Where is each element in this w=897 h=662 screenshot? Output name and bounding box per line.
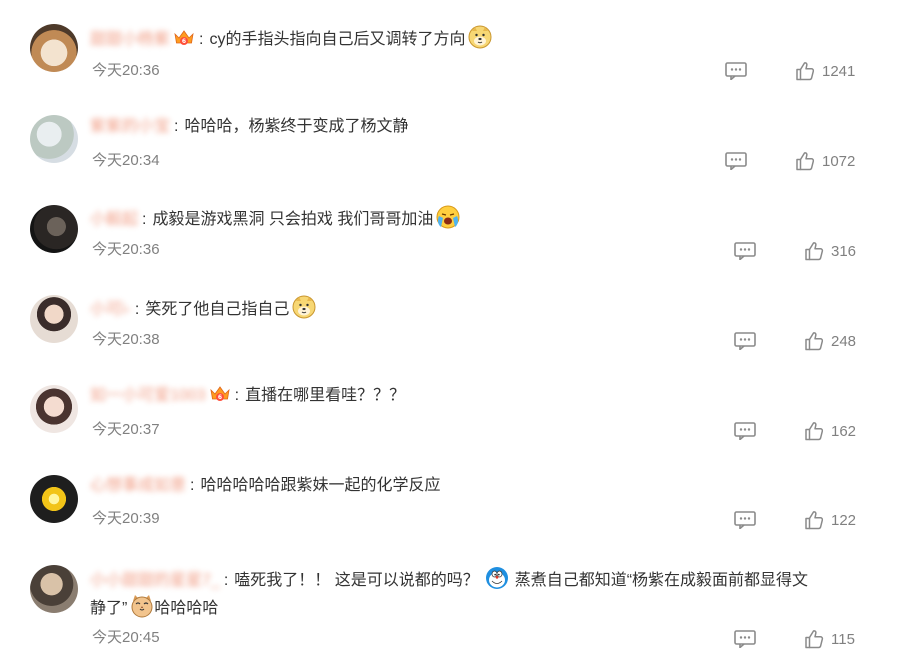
colon: : xyxy=(234,387,240,404)
like-count: 316 xyxy=(831,243,857,260)
comment-username[interactable]: 小毅起 xyxy=(90,209,138,231)
reply-icon[interactable] xyxy=(734,422,756,440)
thumbs-up-icon[interactable] xyxy=(795,151,815,171)
like-count: 248 xyxy=(831,333,857,350)
avatar[interactable] xyxy=(30,205,78,253)
comment-time: 今天20:36 xyxy=(92,241,160,258)
colon: : xyxy=(190,477,195,494)
thumbs-up-icon[interactable] xyxy=(795,61,815,81)
cat-emoji xyxy=(130,594,154,618)
comment-text: cy的手指头指向自己后又调转了方向 xyxy=(209,31,466,48)
comment-username[interactable]: 心想事成如意 xyxy=(90,475,186,497)
reply-icon[interactable] xyxy=(734,630,756,648)
reply-icon[interactable] xyxy=(734,242,756,260)
comment-line-continued: 静了” 哈哈哈哈 xyxy=(90,594,218,620)
doge-emoji xyxy=(292,295,316,319)
comment-item: 甜甜小杨紫: cy的手指头指向自己后又调转了方向 今天20:36 1241 xyxy=(0,0,897,90)
thumbs-up-icon[interactable] xyxy=(804,331,824,351)
thumbs-up-icon[interactable] xyxy=(804,421,824,441)
comment-text: 哈哈哈哈哈跟紫妹一起的化学反应 xyxy=(200,477,441,494)
like-count: 162 xyxy=(831,423,857,440)
comment-item: 小小甜甜的星星7_: 嗑死我了！！ 这是可以说都的吗？ 蒸煮自己都知道“杨紫在成毅面… xyxy=(0,540,897,662)
comment-item: 如一小可爱1003: 直播在哪里看哇？？？ 今天20:37 162 xyxy=(0,360,897,450)
comment-username[interactable]: 如一小可爱1003 xyxy=(90,385,206,407)
comment-username[interactable]: 小小甜甜的星星7_ xyxy=(90,570,220,592)
comment-text: 哈哈哈，杨紫终于变成了杨文静 xyxy=(184,118,409,135)
doraemon-emoji xyxy=(485,566,509,590)
vip-crown-icon xyxy=(209,385,231,403)
colon: : xyxy=(174,118,179,135)
colon: : xyxy=(142,211,147,228)
thumbs-up-icon[interactable] xyxy=(804,629,824,649)
vip-crown-icon xyxy=(173,29,195,47)
comment-text: 笑死了他自己指自己 xyxy=(145,301,290,318)
reply-icon[interactable] xyxy=(725,152,747,170)
thumbs-up-icon[interactable] xyxy=(804,241,824,261)
comment-time: 今天20:37 xyxy=(92,421,160,438)
comment-item: 心想事成如意: 哈哈哈哈哈跟紫妹一起的化学反应 今天20:39 122 xyxy=(0,450,897,540)
comment-text-tail: 哈哈哈哈 xyxy=(154,600,219,617)
avatar[interactable] xyxy=(30,385,78,433)
comment-text: 直播在哪里看哇？？？ xyxy=(245,387,406,404)
comment-text: 嗑死我了！！ 这是可以说都的吗？ xyxy=(234,572,479,589)
like-count: 1241 xyxy=(822,63,856,80)
like-count: 122 xyxy=(831,512,857,529)
comment-line: 小可i-: 笑死了他自己指自己 xyxy=(90,295,316,321)
comment-item: 紫紫的小宝: 哈哈哈，杨紫终于变成了杨文静 今天20:34 1072 xyxy=(0,90,897,180)
comment-text-quote-end: 静了” xyxy=(90,600,128,617)
comment-time: 今天20:39 xyxy=(92,510,160,527)
avatar[interactable] xyxy=(30,24,78,72)
avatar[interactable] xyxy=(30,115,78,163)
avatar[interactable] xyxy=(30,565,78,613)
comment-text-quote: 蒸煮自己都知道“杨紫在成毅面前都显得文 xyxy=(514,572,809,589)
like-count: 1072 xyxy=(822,153,856,170)
avatar[interactable] xyxy=(30,295,78,343)
comment-line: 如一小可爱1003: 直播在哪里看哇？？？ xyxy=(90,385,405,407)
reply-icon[interactable] xyxy=(725,62,747,80)
comment-username[interactable]: 小可i- xyxy=(90,299,131,321)
comment-item: 小毅起: 成毅是游戏黑洞 只会拍戏 我们哥哥加油 今天20:36 316 xyxy=(0,180,897,270)
colon: : xyxy=(199,31,204,48)
comment-username[interactable]: 甜甜小杨紫 xyxy=(90,29,170,51)
colon: : xyxy=(223,572,229,589)
thumbs-up-icon[interactable] xyxy=(804,510,824,530)
comment-username[interactable]: 紫紫的小宝 xyxy=(90,116,170,138)
like-count: 115 xyxy=(831,631,855,648)
comment-time: 今天20:45 xyxy=(92,629,160,646)
comment-line: 甜甜小杨紫: cy的手指头指向自己后又调转了方向 xyxy=(90,25,492,51)
comment-time: 今天20:36 xyxy=(92,62,160,79)
doge-emoji xyxy=(468,25,492,49)
comment-line: 小小甜甜的星星7_: 嗑死我了！！ 这是可以说都的吗？ 蒸煮自己都知道“杨紫在成毅面… xyxy=(90,566,808,592)
comment-item: 小可i-: 笑死了他自己指自己 今天20:38 248 xyxy=(0,270,897,360)
reply-icon[interactable] xyxy=(734,332,756,350)
comment-line: 紫紫的小宝: 哈哈哈，杨紫终于变成了杨文静 xyxy=(90,116,408,138)
avatar[interactable] xyxy=(30,475,78,523)
comment-line: 小毅起: 成毅是游戏黑洞 只会拍戏 我们哥哥加油 xyxy=(90,205,460,231)
comment-time: 今天20:38 xyxy=(92,331,160,348)
cry-emoji xyxy=(436,205,460,229)
comment-text: 成毅是游戏黑洞 只会拍戏 我们哥哥加油 xyxy=(152,211,434,228)
colon: : xyxy=(134,301,140,318)
comment-line: 心想事成如意: 哈哈哈哈哈跟紫妹一起的化学反应 xyxy=(90,475,440,497)
comment-time: 今天20:34 xyxy=(92,152,160,169)
reply-icon[interactable] xyxy=(734,511,756,529)
